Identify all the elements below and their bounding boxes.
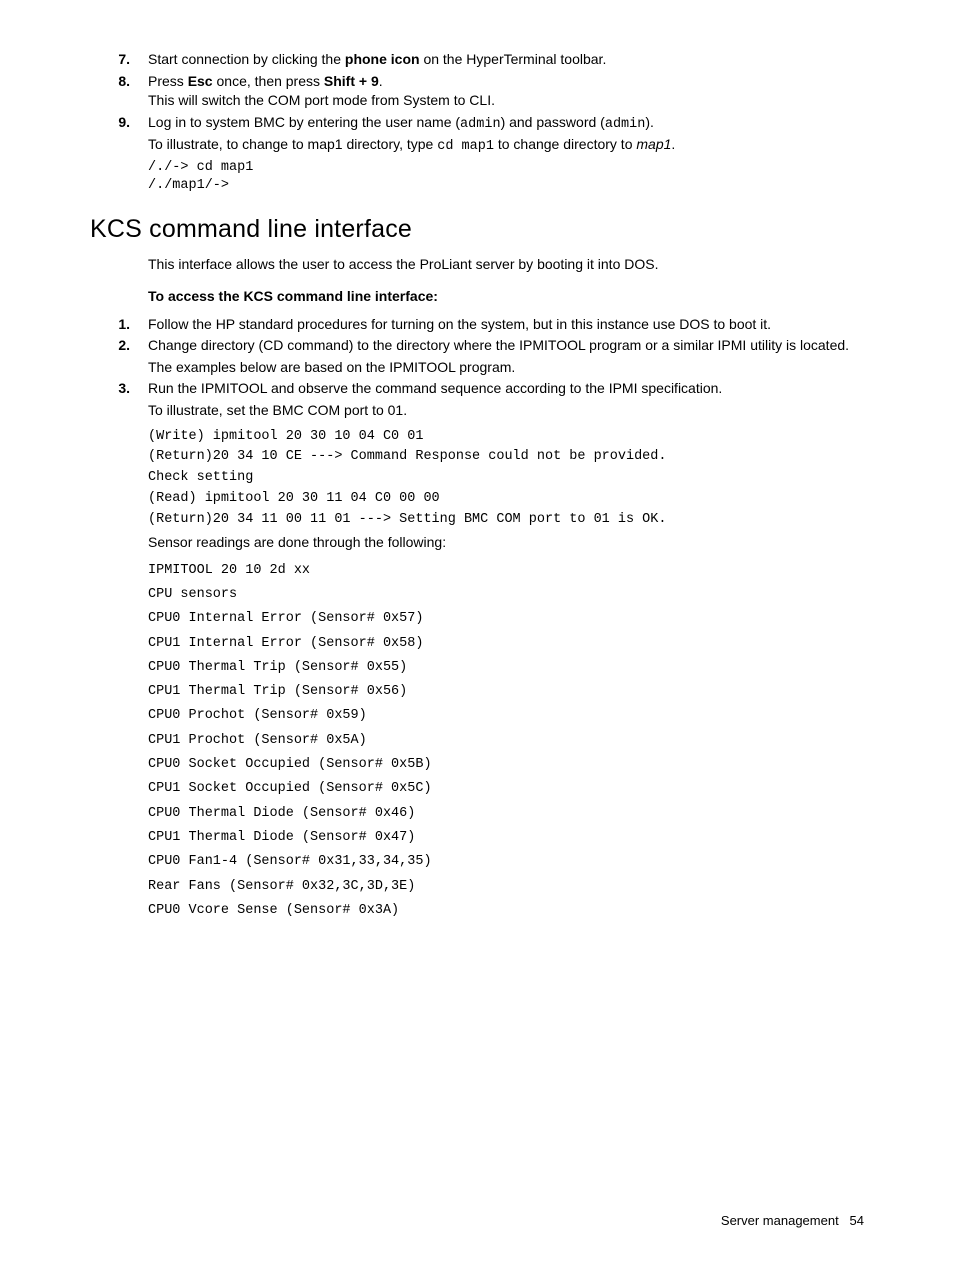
sensor-line: CPU sensors (148, 583, 864, 607)
sensor-line: CPU1 Thermal Diode (Sensor# 0x47) (148, 826, 864, 850)
code-line: /./map1/-> (148, 177, 864, 196)
kcs-step-2: 2. Change directory (CD command) to the … (90, 336, 864, 377)
code-line: (Return)20 34 10 CE ---> Command Respons… (148, 447, 864, 468)
step-text: Follow the HP standard procedures for tu… (148, 315, 864, 335)
sensor-line: CPU0 Thermal Trip (Sensor# 0x55) (148, 656, 864, 680)
step-number: 3. (90, 379, 148, 420)
step-detail: To illustrate, to change to map1 directo… (148, 135, 864, 157)
sensor-line: CPU0 Fan1-4 (Sensor# 0x31,33,34,35) (148, 850, 864, 874)
footer-label: Server management (721, 1213, 839, 1228)
kcs-step-3: 3. Run the IPMITOOL and observe the comm… (90, 379, 864, 420)
step-text: Start connection by clicking the phone i… (148, 50, 864, 70)
sensor-line: CPU0 Vcore Sense (Sensor# 0x3A) (148, 899, 864, 923)
mono-text: admin (605, 117, 646, 132)
sensor-line: IPMITOOL 20 10 2d xx (148, 559, 864, 583)
step-text: Log in to system BMC by entering the use… (148, 113, 864, 197)
subheading: To access the KCS command line interface… (148, 287, 864, 307)
mono-text: cd map1 (437, 139, 494, 154)
text: ). (645, 114, 654, 130)
step-number: 2. (90, 336, 148, 377)
step-number: 7. (90, 50, 148, 70)
step-number: 1. (90, 315, 148, 335)
sensor-line: CPU0 Socket Occupied (Sensor# 0x5B) (148, 753, 864, 777)
bold-text: Esc (188, 73, 213, 89)
sensor-line: CPU0 Internal Error (Sensor# 0x57) (148, 607, 864, 631)
text: on the HyperTerminal toolbar. (420, 51, 607, 67)
page-number: 54 (850, 1213, 864, 1228)
step-7: 7. Start connection by clicking the phon… (90, 50, 864, 70)
code-line: Check setting (148, 468, 864, 489)
sensor-line: CPU0 Thermal Diode (Sensor# 0x46) (148, 802, 864, 826)
text: . (379, 73, 383, 89)
text: . (671, 136, 675, 152)
step-9: 9. Log in to system BMC by entering the … (90, 113, 864, 197)
sensor-line: CPU1 Socket Occupied (Sensor# 0x5C) (148, 777, 864, 801)
step-detail: To illustrate, set the BMC COM port to 0… (148, 401, 864, 421)
sensor-list: IPMITOOL 20 10 2d xx CPU sensors CPU0 In… (148, 559, 864, 923)
mono-text: admin (460, 117, 501, 132)
bold-text: Shift + 9 (324, 73, 379, 89)
code-line: /./-> cd map1 (148, 159, 864, 178)
step-number: 8. (90, 72, 148, 111)
step-detail: This will switch the COM port mode from … (148, 91, 864, 111)
text: Log in to system BMC by entering the use… (148, 114, 460, 130)
text: to change directory to (494, 136, 636, 152)
sensor-line: Rear Fans (Sensor# 0x32,3C,3D,3E) (148, 875, 864, 899)
step-detail: The examples below are based on the IPMI… (148, 358, 864, 378)
text: ) and password ( (501, 114, 605, 130)
sensor-line: CPU1 Internal Error (Sensor# 0x58) (148, 632, 864, 656)
sensor-intro: Sensor readings are done through the fol… (148, 533, 864, 553)
text: Run the IPMITOOL and observe the command… (148, 379, 864, 399)
page-footer: Server management 54 (721, 1212, 864, 1230)
intro-paragraph: This interface allows the user to access… (148, 255, 864, 275)
step-text: Press Esc once, then press Shift + 9. Th… (148, 72, 864, 111)
text: Press (148, 73, 188, 89)
sensor-line: CPU0 Prochot (Sensor# 0x59) (148, 704, 864, 728)
kcs-step-1: 1. Follow the HP standard procedures for… (90, 315, 864, 335)
code-line: (Write) ipmitool 20 30 10 04 C0 01 (148, 427, 864, 448)
code-line: (Return)20 34 11 00 11 01 ---> Setting B… (148, 510, 864, 531)
code-block: (Write) ipmitool 20 30 10 04 C0 01 (Retu… (148, 427, 864, 532)
sensor-line: CPU1 Prochot (Sensor# 0x5A) (148, 729, 864, 753)
code-line: (Read) ipmitool 20 30 11 04 C0 00 00 (148, 489, 864, 510)
step-text: Run the IPMITOOL and observe the command… (148, 379, 864, 420)
section-heading: KCS command line interface (90, 212, 864, 247)
text: Change directory (CD command) to the dir… (148, 336, 864, 356)
text: Start connection by clicking the (148, 51, 345, 67)
bold-text: phone icon (345, 51, 420, 67)
italic-text: map1 (636, 136, 671, 152)
text: To illustrate, to change to map1 directo… (148, 136, 437, 152)
step-number: 9. (90, 113, 148, 197)
text: once, then press (213, 73, 324, 89)
sensor-line: CPU1 Thermal Trip (Sensor# 0x56) (148, 680, 864, 704)
step-text: Change directory (CD command) to the dir… (148, 336, 864, 377)
step-8: 8. Press Esc once, then press Shift + 9.… (90, 72, 864, 111)
